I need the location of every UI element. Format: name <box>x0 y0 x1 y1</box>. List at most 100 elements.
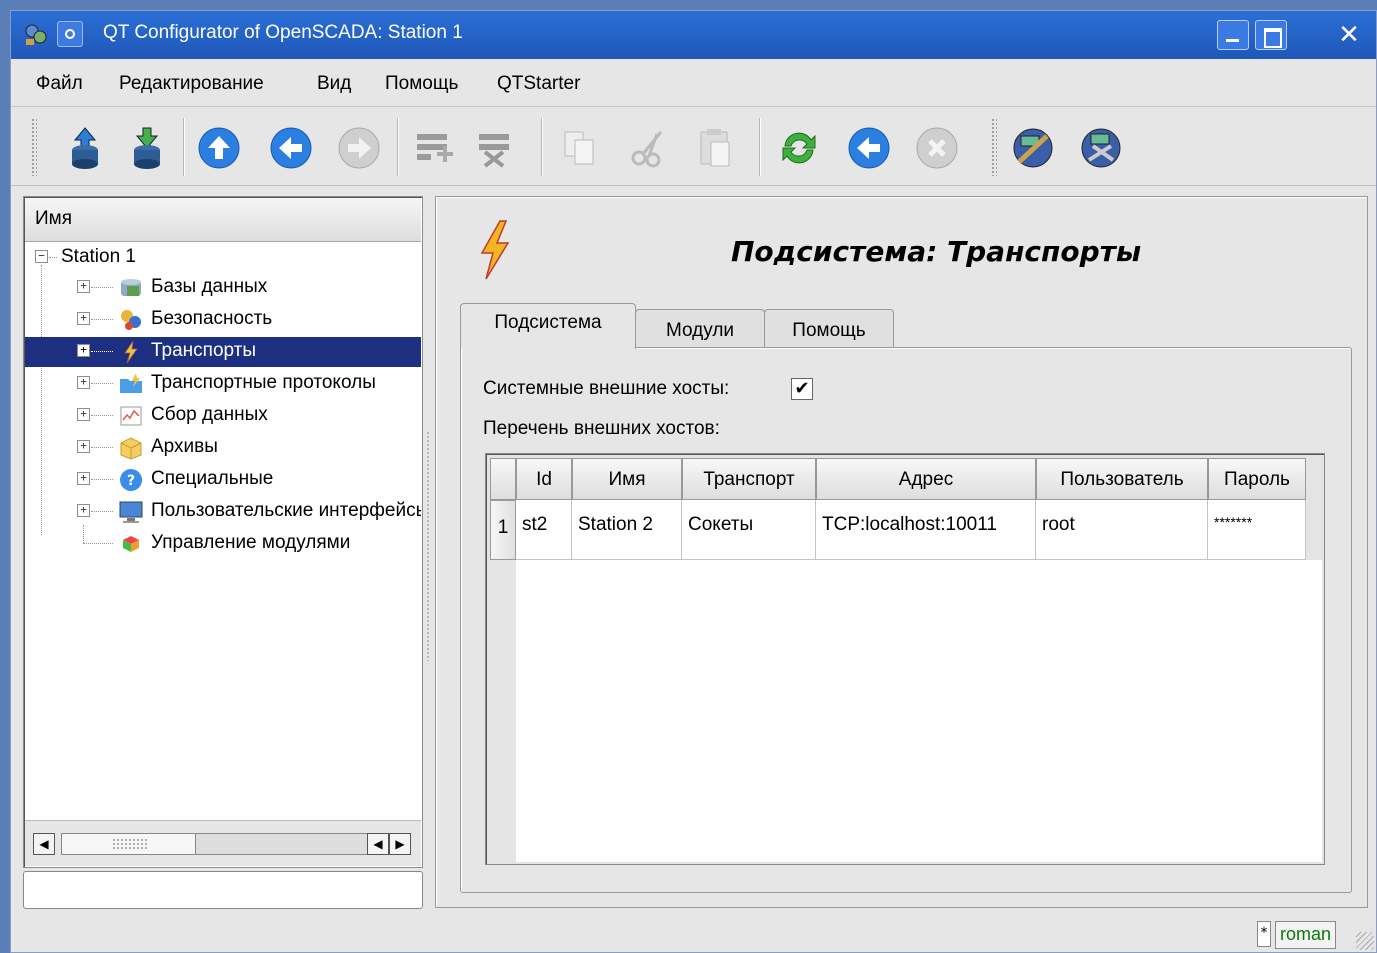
tree-item-special[interactable]: + ? Специальные <box>25 465 421 495</box>
status-message-field[interactable] <box>23 871 423 909</box>
maximize-button[interactable] <box>1255 20 1287 50</box>
start-icon[interactable] <box>845 124 893 172</box>
security-icon <box>121 310 141 330</box>
db-save-icon[interactable] <box>123 124 171 172</box>
window-title: QT Configurator of OpenSCADA: Station 1 <box>103 22 463 43</box>
col-header-name[interactable]: Имя <box>572 458 682 500</box>
toolbar-separator <box>397 118 399 176</box>
lightning-icon <box>480 220 510 280</box>
sys-hosts-label: Системные внешние хосты: <box>483 378 730 399</box>
table-cell[interactable]: Station 2 <box>572 500 682 560</box>
hosts-list-label: Перечень внешних хостов: <box>483 418 720 439</box>
table-corner[interactable] <box>490 458 516 500</box>
toolbar-grip[interactable] <box>31 118 37 176</box>
modules-icon <box>123 536 139 552</box>
hosts-table[interactable]: Id Имя Транспорт Адрес Пользователь Паро… <box>485 453 1325 865</box>
table-cell[interactable]: st2 <box>516 500 572 560</box>
menu-help[interactable]: Помощь <box>385 73 458 95</box>
menu-file[interactable]: Файл <box>36 73 83 95</box>
toolbar-grip[interactable] <box>991 118 997 176</box>
collapse-icon[interactable]: − <box>35 250 48 263</box>
expand-icon[interactable]: + <box>77 376 90 389</box>
main-window: QT Configurator of OpenSCADA: Station 1 … <box>10 10 1377 953</box>
configurator-alt-icon[interactable] <box>1077 124 1125 172</box>
table-cell[interactable]: ******* <box>1208 500 1306 560</box>
col-header-password[interactable]: Пароль <box>1208 458 1306 500</box>
window-menu-button[interactable] <box>57 21 83 47</box>
forward-icon[interactable] <box>335 124 383 172</box>
toolbar-separator <box>183 118 185 176</box>
tree-item-transport-protocols[interactable]: + Транспортные протоколы <box>25 369 421 399</box>
navigation-tree[interactable]: Имя − Station 1 + Базы данных + Безопасн… <box>23 196 423 868</box>
scroll-right-icon[interactable]: ▶ <box>389 833 411 855</box>
expand-icon[interactable]: + <box>77 504 90 517</box>
expand-icon[interactable]: + <box>77 408 90 421</box>
tree-item-archives[interactable]: + Архивы <box>25 433 421 463</box>
sys-hosts-checkbox[interactable]: ✔ <box>791 378 813 400</box>
user-indicator[interactable]: roman <box>1275 921 1337 949</box>
tree-item-databases[interactable]: + Базы данных <box>25 273 421 303</box>
copy-icon[interactable] <box>555 124 603 172</box>
tree-body: − Station 1 + Базы данных + Безопасность… <box>25 243 421 821</box>
scroll-track[interactable] <box>61 833 391 855</box>
tab-subsystem[interactable]: Подсистема <box>460 303 636 349</box>
lightning-icon <box>124 340 138 364</box>
table-cell[interactable]: Сокеты <box>682 500 816 560</box>
col-header-transport[interactable]: Транспорт <box>682 458 816 500</box>
expand-icon[interactable]: + <box>77 312 90 325</box>
close-button[interactable]: ✕ <box>1333 20 1365 50</box>
up-icon[interactable] <box>195 124 243 172</box>
stop-icon[interactable] <box>913 124 961 172</box>
scroll-left-icon[interactable]: ◀ <box>33 833 55 855</box>
app-icon <box>25 24 47 45</box>
db-load-icon[interactable] <box>61 124 109 172</box>
item-add-icon[interactable] <box>409 124 457 172</box>
row-header[interactable]: 1 <box>490 500 516 560</box>
paste-icon[interactable] <box>691 124 739 172</box>
menu-qtstarter[interactable]: QTStarter <box>497 73 580 95</box>
title-bar: QT Configurator of OpenSCADA: Station 1 … <box>11 11 1376 59</box>
tree-column-header[interactable]: Имя <box>25 198 421 242</box>
expand-icon[interactable]: + <box>77 472 90 485</box>
database-icon <box>121 279 141 296</box>
menu-view[interactable]: Вид <box>317 73 351 95</box>
tree-root-station[interactable]: − Station 1 <box>25 243 421 273</box>
scroll-left-icon[interactable]: ◀ <box>367 833 389 855</box>
back-icon[interactable] <box>267 124 315 172</box>
folder-protocols-icon <box>120 373 142 393</box>
content-panel: Подсистема: Транспорты Подсистема Модули… <box>435 196 1368 908</box>
col-header-id[interactable]: Id <box>516 458 572 500</box>
expand-icon[interactable]: + <box>77 440 90 453</box>
configurator-icon[interactable] <box>1009 124 1057 172</box>
minimize-button[interactable] <box>1217 20 1249 50</box>
table-cell[interactable]: TCP:localhost:10011 <box>816 500 1036 560</box>
tree-item-data-acquisition[interactable]: + Сбор данных <box>25 401 421 431</box>
tree-item-module-management[interactable]: Управление модулями <box>25 529 421 559</box>
modified-indicator: * <box>1257 921 1271 947</box>
resize-grip[interactable] <box>1356 932 1374 950</box>
monitor-icon <box>119 501 143 523</box>
menu-edit[interactable]: Редактирование <box>119 73 264 95</box>
col-header-address[interactable]: Адрес <box>816 458 1036 500</box>
archive-box-icon <box>120 437 142 460</box>
item-delete-icon[interactable] <box>471 124 519 172</box>
scroll-thumb[interactable] <box>62 834 196 854</box>
tab-help[interactable]: Помощь <box>764 309 894 351</box>
tree-item-transports[interactable]: + Транспорты <box>25 337 421 367</box>
tree-item-user-interfaces[interactable]: + Пользовательские интерфейсы <box>25 497 421 527</box>
toolbar-separator <box>541 118 543 176</box>
tree-horizontal-scrollbar[interactable]: ◀ ◀ ▶ <box>25 820 421 866</box>
expand-icon[interactable]: + <box>77 280 90 293</box>
tab-modules[interactable]: Модули <box>635 309 765 351</box>
table-cell[interactable]: root <box>1036 500 1208 560</box>
menu-bar: Файл Редактирование Вид Помощь QTStarter <box>11 59 1376 107</box>
splitter-handle[interactable] <box>426 431 430 661</box>
svg-text:?: ? <box>127 473 135 489</box>
cut-icon[interactable] <box>625 124 673 172</box>
refresh-icon[interactable] <box>775 124 823 172</box>
expand-icon[interactable]: + <box>77 344 90 357</box>
statusbar: * roman <box>1257 921 1337 949</box>
col-header-user[interactable]: Пользователь <box>1036 458 1208 500</box>
toolbar-separator <box>759 118 761 176</box>
tree-item-security[interactable]: + Безопасность <box>25 305 421 335</box>
